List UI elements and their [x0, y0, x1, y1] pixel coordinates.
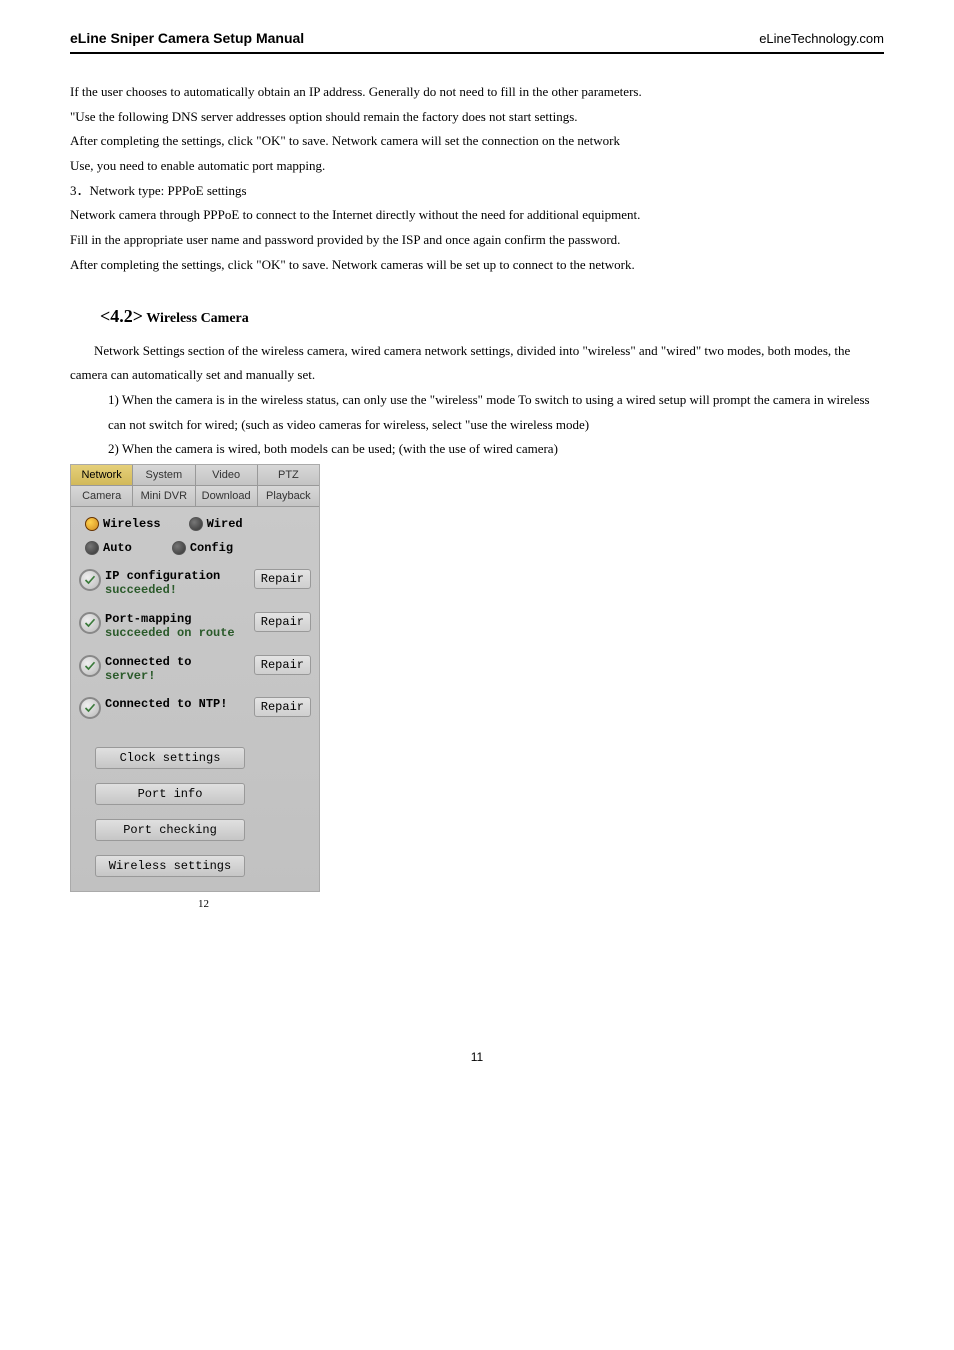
status-line2: succeeded on route [105, 626, 235, 640]
radio-dot-icon [189, 517, 203, 531]
status-server: Connected to server! Repair [79, 655, 311, 684]
tab-ptz[interactable]: PTZ [258, 465, 319, 485]
radio-label: Wireless [103, 517, 161, 531]
port-info-button[interactable]: Port info [95, 783, 245, 805]
repair-button[interactable]: Repair [254, 612, 311, 632]
repair-button[interactable]: Repair [254, 697, 311, 717]
port-checking-button[interactable]: Port checking [95, 819, 245, 841]
para: Fill in the appropriate user name and pa… [70, 228, 884, 253]
tab-camera[interactable]: Camera [71, 486, 133, 506]
radio-row-mode: Auto Config [79, 541, 311, 555]
status-line2: succeeded! [105, 583, 177, 597]
inner-page-number: 12 [198, 898, 884, 910]
status-text: IP configuration succeeded! [105, 569, 250, 598]
para: If the user chooses to automatically obt… [70, 80, 884, 105]
radio-auto[interactable]: Auto [85, 541, 132, 555]
status-line1: Port-mapping [105, 612, 191, 626]
para: 1) When the camera is in the wireless st… [70, 388, 884, 437]
radio-dot-icon [172, 541, 186, 555]
repair-button[interactable]: Repair [254, 569, 311, 589]
tab-playback[interactable]: Playback [258, 486, 319, 506]
body-text: If the user chooses to automatically obt… [70, 80, 884, 278]
tab-network[interactable]: Network [71, 465, 133, 485]
para: Network Settings section of the wireless… [70, 339, 884, 388]
check-icon [79, 655, 101, 677]
status-ip-config: IP configuration succeeded! Repair [79, 569, 311, 598]
tab-system[interactable]: System [133, 465, 195, 485]
para: Network camera through PPPoE to connect … [70, 203, 884, 228]
section-body: Network Settings section of the wireless… [70, 339, 884, 462]
radio-label: Wired [207, 517, 243, 531]
wireless-settings-button[interactable]: Wireless settings [95, 855, 245, 877]
status-port-mapping: Port-mapping succeeded on route Repair [79, 612, 311, 641]
status-line1: IP configuration [105, 569, 220, 583]
footer-page-number: 11 [70, 1050, 884, 1064]
settings-panel: Network System Video PTZ Camera Mini DVR… [70, 464, 320, 892]
radio-wired[interactable]: Wired [189, 517, 243, 531]
status-line2: server! [105, 669, 155, 683]
para: "Use the following DNS server addresses … [70, 105, 884, 130]
panel-body: Wireless Wired Auto Config IP config [71, 507, 319, 891]
radio-dot-icon [85, 517, 99, 531]
para: After completing the settings, click "OK… [70, 129, 884, 154]
para: 3．Network type: PPPoE settings [70, 179, 884, 204]
para: Use, you need to enable automatic port m… [70, 154, 884, 179]
check-icon [79, 612, 101, 634]
para: 2) When the camera is wired, both models… [70, 437, 884, 462]
header-divider [70, 52, 884, 54]
radio-config[interactable]: Config [172, 541, 233, 555]
radio-label: Config [190, 541, 233, 555]
para: After completing the settings, click "OK… [70, 253, 884, 278]
tab-row-top: Network System Video PTZ [71, 465, 319, 486]
radio-row-connection: Wireless Wired [79, 517, 311, 531]
check-icon [79, 569, 101, 591]
page-header: eLine Sniper Camera Setup Manual eLineTe… [70, 30, 884, 46]
section-title: <4.2> Wireless Camera [70, 306, 884, 327]
section-label: Wireless Camera [143, 311, 249, 326]
status-ntp: Connected to NTP! Repair [79, 697, 311, 719]
clock-settings-button[interactable]: Clock settings [95, 747, 245, 769]
status-line1: Connected to NTP! [105, 697, 227, 711]
status-text: Connected to NTP! [105, 697, 250, 711]
header-site: eLineTechnology.com [759, 31, 884, 46]
radio-label: Auto [103, 541, 132, 555]
radio-dot-icon [85, 541, 99, 555]
status-text: Connected to server! [105, 655, 250, 684]
status-line1: Connected to [105, 655, 191, 669]
check-icon [79, 697, 101, 719]
section-number: <4.2> [100, 306, 143, 326]
tab-download[interactable]: Download [196, 486, 258, 506]
tab-minidvr[interactable]: Mini DVR [133, 486, 195, 506]
repair-button[interactable]: Repair [254, 655, 311, 675]
tab-row-sub: Camera Mini DVR Download Playback [71, 486, 319, 507]
radio-wireless[interactable]: Wireless [85, 517, 161, 531]
tab-video[interactable]: Video [196, 465, 258, 485]
status-text: Port-mapping succeeded on route [105, 612, 250, 641]
header-title: eLine Sniper Camera Setup Manual [70, 30, 304, 46]
